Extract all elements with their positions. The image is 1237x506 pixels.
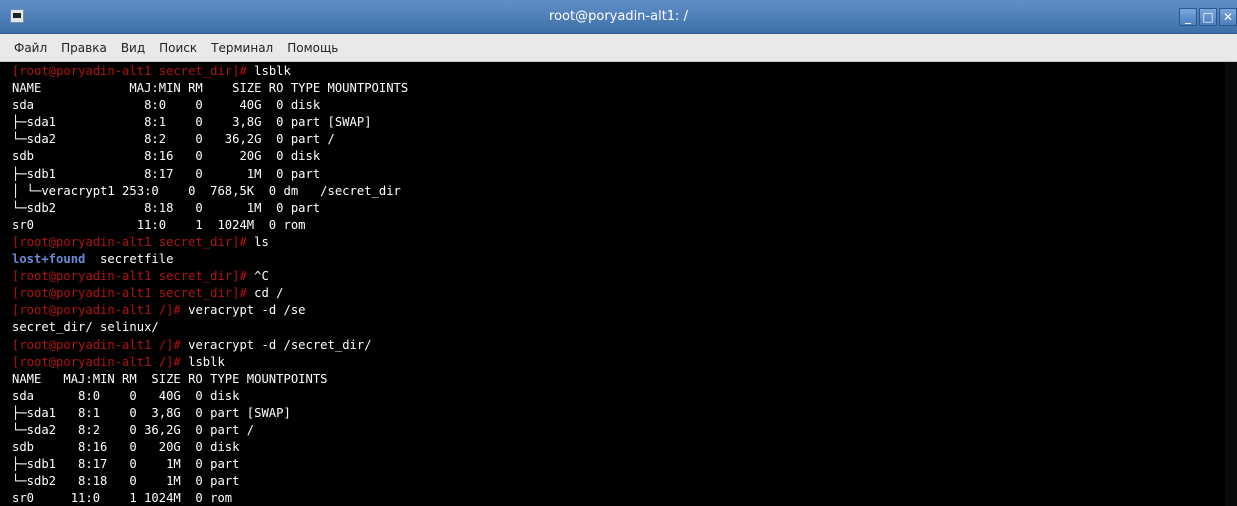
window-controls: _ □ ✕ [1179,8,1237,26]
shell-prompt: [root@poryadin-alt1 secret_dir]# [12,234,255,249]
terminal-text: NAME MAJ:MIN RM SIZE RO TYPE MOUNTPOINTS [12,81,409,96]
shell-prompt: [root@poryadin-alt1 secret_dir]# [12,64,255,78]
minimize-button[interactable]: _ [1179,8,1197,26]
terminal-line: sr0 11:0 1 1024M 0 rom [12,490,408,506]
terminal-line: └─sdb2 8:18 0 1M 0 part [12,200,408,217]
terminal-text: ├─sda1 8:1 0 3,8G 0 part [SWAP] [12,115,372,130]
terminal-line: [root@poryadin-alt1 secret_dir]# lsblk [12,63,408,80]
menu-bar: Файл Правка Вид Поиск Терминал Помощь [0,34,1237,62]
terminal-text: └─sdb2 8:18 0 1M 0 part [12,200,321,215]
terminal-line: NAME MAJ:MIN RM SIZE RO TYPE MOUNTPOINTS [12,80,408,97]
terminal-scrollbar[interactable] [1225,62,1237,506]
menu-search[interactable]: Поиск [157,39,199,57]
terminal-line: sdb 8:16 0 20G 0 disk [12,439,408,456]
terminal-text: └─sda2 8:2 0 36,2G 0 part / [12,422,255,437]
terminal-line: └─sda2 8:2 0 36,2G 0 part / [12,131,408,148]
terminal-line: lost+found secretfile [12,251,408,268]
window-title: root@poryadin-alt1: / [549,9,688,24]
menu-file[interactable]: Файл [12,39,49,57]
window-titlebar[interactable]: root@poryadin-alt1: / _ □ ✕ [0,0,1237,34]
terminal-text: veracrypt -d /se [188,303,306,318]
terminal-text: sda 8:0 0 40G 0 disk [12,98,321,113]
close-button[interactable]: ✕ [1219,8,1237,26]
terminal-output[interactable]: [root@poryadin-alt1 secret_dir]# lsblk NA… [0,62,1237,506]
terminal-line: ├─sdb1 8:17 0 1M 0 part [12,456,408,473]
menu-help[interactable]: Помощь [285,39,340,57]
terminal-line: [root@poryadin-alt1 /]# lsblk [12,354,408,371]
terminal-line: sda 8:0 0 40G 0 disk [12,97,408,114]
terminal-line: ├─sda1 8:1 0 3,8G 0 part [SWAP] [12,405,408,422]
terminal-text: └─sdb2 8:18 0 1M 0 part [12,474,240,489]
terminal-line: sdb 8:16 0 20G 0 disk [12,148,408,165]
terminal-line: sda 8:0 0 40G 0 disk [12,388,408,405]
terminal-lines: [root@poryadin-alt1 secret_dir]# lsblk NA… [12,63,408,506]
terminal-line: ├─sdb1 8:17 0 1M 0 part [12,166,408,183]
terminal-line: [root@poryadin-alt1 /]# veracrypt -d /se [12,302,408,319]
terminal-line: └─sdb2 8:18 0 1M 0 part [12,473,408,490]
terminal-text: lsblk [188,354,225,369]
terminal-text: sda 8:0 0 40G 0 disk [12,388,240,403]
terminal-line: ├─sda1 8:1 0 3,8G 0 part [SWAP] [12,114,408,131]
terminal-line: [root@poryadin-alt1 secret_dir]# ls [12,234,408,251]
terminal-line: └─sda2 8:2 0 36,2G 0 part / [12,422,408,439]
terminal-text: secret_dir/ selinux/ [12,320,159,335]
terminal-text: sdb 8:16 0 20G 0 disk [12,440,240,455]
shell-prompt: [root@poryadin-alt1 /]# [12,354,189,369]
terminal-line: sr0 11:0 1 1024M 0 rom [12,217,408,234]
terminal-text: ├─sdb1 8:17 0 1M 0 part [12,457,240,472]
shell-prompt: [root@poryadin-alt1 /]# [12,337,189,352]
menu-view[interactable]: Вид [119,39,147,57]
terminal-text: lsblk [254,64,291,78]
maximize-button[interactable]: □ [1199,8,1217,26]
terminal-text: ├─sda1 8:1 0 3,8G 0 part [SWAP] [12,405,291,420]
terminal-text: ls [254,234,269,249]
menu-terminal[interactable]: Терминал [209,39,275,57]
shell-prompt: [root@poryadin-alt1 secret_dir]# [12,286,255,301]
directory-entry: lost+found [12,252,86,267]
terminal-text: ├─sdb1 8:17 0 1M 0 part [12,166,321,181]
terminal-text: sdb 8:16 0 20G 0 disk [12,149,321,164]
terminal-line: NAME MAJ:MIN RM SIZE RO TYPE MOUNTPOINTS [12,371,408,388]
terminal-line: │ └─veracrypt1 253:0 0 768,5K 0 dm /secr… [12,183,408,200]
terminal-text: sr0 11:0 1 1024M 0 rom [12,217,306,232]
terminal-line: secret_dir/ selinux/ [12,319,408,336]
shell-prompt: [root@poryadin-alt1 /]# [12,303,189,318]
shell-prompt: [root@poryadin-alt1 secret_dir]# [12,269,255,284]
terminal-text: ^C [254,269,269,284]
terminal-line: [root@poryadin-alt1 /]# veracrypt -d /se… [12,337,408,354]
terminal-line: [root@poryadin-alt1 secret_dir]# cd / [12,285,408,302]
menu-edit[interactable]: Правка [59,39,109,57]
terminal-text: │ └─veracrypt1 253:0 0 768,5K 0 dm /secr… [12,183,401,198]
terminal-text: cd / [254,286,284,301]
terminal-line: [root@poryadin-alt1 secret_dir]# ^C [12,268,408,285]
terminal-text: sr0 11:0 1 1024M 0 rom [12,491,233,506]
terminal-text: NAME MAJ:MIN RM SIZE RO TYPE MOUNTPOINTS [12,371,328,386]
terminal-text: └─sda2 8:2 0 36,2G 0 part / [12,132,335,147]
terminal-text: secretfile [85,252,174,267]
terminal-text: veracrypt -d /secret_dir/ [188,337,372,352]
